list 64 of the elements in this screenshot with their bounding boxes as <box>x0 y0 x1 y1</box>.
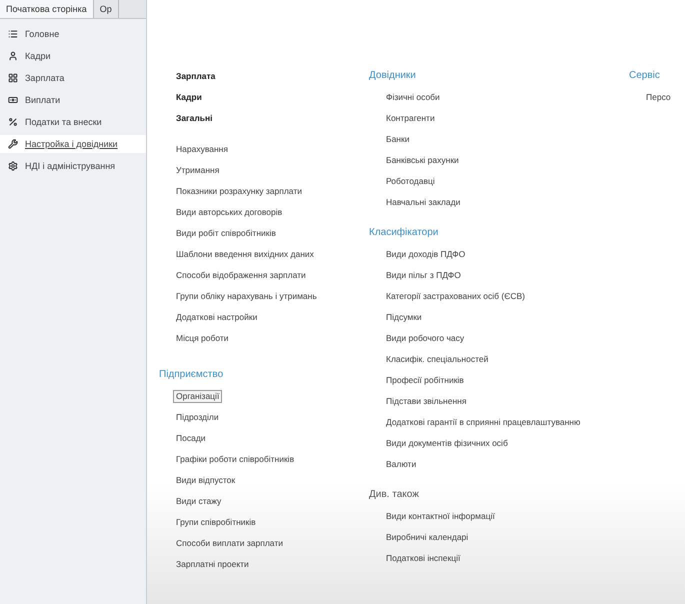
menu-link[interactable]: Зарплатні проекти <box>173 558 252 571</box>
sidebar-item[interactable]: Податки та внески <box>0 113 146 131</box>
section-heading: Сервіс <box>629 69 661 83</box>
menu-link[interactable]: Види стажу <box>173 495 224 508</box>
tab[interactable]: Початкова сторінка <box>0 0 94 18</box>
sidebar-item[interactable]: Настройка і довідники <box>0 135 146 153</box>
menu-link[interactable]: Утримання <box>173 164 222 177</box>
menu-link[interactable]: Підрозділи <box>173 411 222 424</box>
settings-icon <box>8 161 18 171</box>
menu-link[interactable]: Організації <box>173 390 222 403</box>
menu-link[interactable]: Види контактної інформації <box>383 510 498 523</box>
section-heading: Класифікатори <box>369 226 440 240</box>
menu-link[interactable]: Види авторських договорів <box>173 206 286 219</box>
menu-link[interactable]: Навчальні заклади <box>383 196 464 209</box>
menu-link[interactable]: Види робочого часу <box>383 332 468 345</box>
menu-link[interactable]: Додаткові гарантії в сприянні працевлаштуванню <box>383 416 584 429</box>
menu-link[interactable]: Банки <box>383 133 412 146</box>
menu-link[interactable]: Персо <box>643 91 674 104</box>
menu-link[interactable]: Контрагенти <box>383 112 438 125</box>
menu-link[interactable]: Шаблони введення вихідних даних <box>173 248 317 261</box>
menu-link[interactable]: Види відпусток <box>173 474 238 487</box>
menu-link[interactable]: Види пільг з ПДФО <box>383 269 464 282</box>
menu-link[interactable]: Валюти <box>383 458 420 471</box>
menu-link[interactable]: Виробничі календарі <box>383 531 472 544</box>
menu-link[interactable]: Фізичні особи <box>383 91 443 104</box>
menu-link[interactable]: Загальні <box>173 112 216 125</box>
menu-link[interactable]: Податкові інспекції <box>383 552 464 565</box>
list-icon <box>8 29 18 39</box>
sidebar-item[interactable]: Зарплата <box>0 69 146 87</box>
tab[interactable]: Ор <box>94 0 119 18</box>
menu-link[interactable]: Класифік. спеціальностей <box>383 353 492 366</box>
menu-link[interactable]: Категорії застрахованих осіб (ЄСВ) <box>383 290 528 303</box>
person-icon <box>8 51 18 61</box>
menu-link[interactable]: Роботодавці <box>383 175 438 188</box>
menu-link[interactable]: Зарплата <box>173 70 218 83</box>
sidebar-item[interactable]: Головне <box>0 25 146 43</box>
menu-link[interactable]: Групи обліку нарахувань і утримань <box>173 290 320 303</box>
menu-link[interactable]: Види доходів ПДФО <box>383 248 468 261</box>
sidebar-item[interactable]: НДІ і адміністрування <box>0 157 146 175</box>
menu-link[interactable]: Види документів фізичних осіб <box>383 437 511 450</box>
menu-link[interactable]: Додаткові настройки <box>173 311 260 324</box>
menu-link[interactable]: Нарахування <box>173 143 231 156</box>
menu-link[interactable]: Підстави звільнення <box>383 395 470 408</box>
section-heading: Див. також <box>369 488 420 502</box>
menu-link[interactable]: Місця роботи <box>173 332 232 345</box>
menu-link[interactable]: Кадри <box>173 91 205 104</box>
sidebar-item[interactable]: Кадри <box>0 47 146 65</box>
menu-link[interactable]: Види робіт співробітників <box>173 227 279 240</box>
grid-icon <box>8 73 18 83</box>
banknote-icon <box>8 95 18 105</box>
menu-link[interactable]: Способи відображення зарплати <box>173 269 309 282</box>
percent-icon <box>8 117 18 127</box>
menu-link[interactable]: Групи співробітників <box>173 516 259 529</box>
menu-link[interactable]: Професії робітників <box>383 374 467 387</box>
menu-link[interactable]: Підсумки <box>383 311 425 324</box>
sidebar-item[interactable]: Виплати <box>0 91 146 109</box>
menu-link[interactable]: Показники розрахунку зарплати <box>173 185 305 198</box>
menu-link[interactable]: Посади <box>173 432 209 445</box>
menu-link[interactable]: Банківські рахунки <box>383 154 462 167</box>
section-heading: Підприємство <box>159 368 224 382</box>
menu-link[interactable]: Способи виплати зарплати <box>173 537 286 550</box>
menu-link[interactable]: Графіки роботи співробітників <box>173 453 298 466</box>
wrench-icon <box>8 139 18 149</box>
section-heading: Довідники <box>369 69 417 83</box>
